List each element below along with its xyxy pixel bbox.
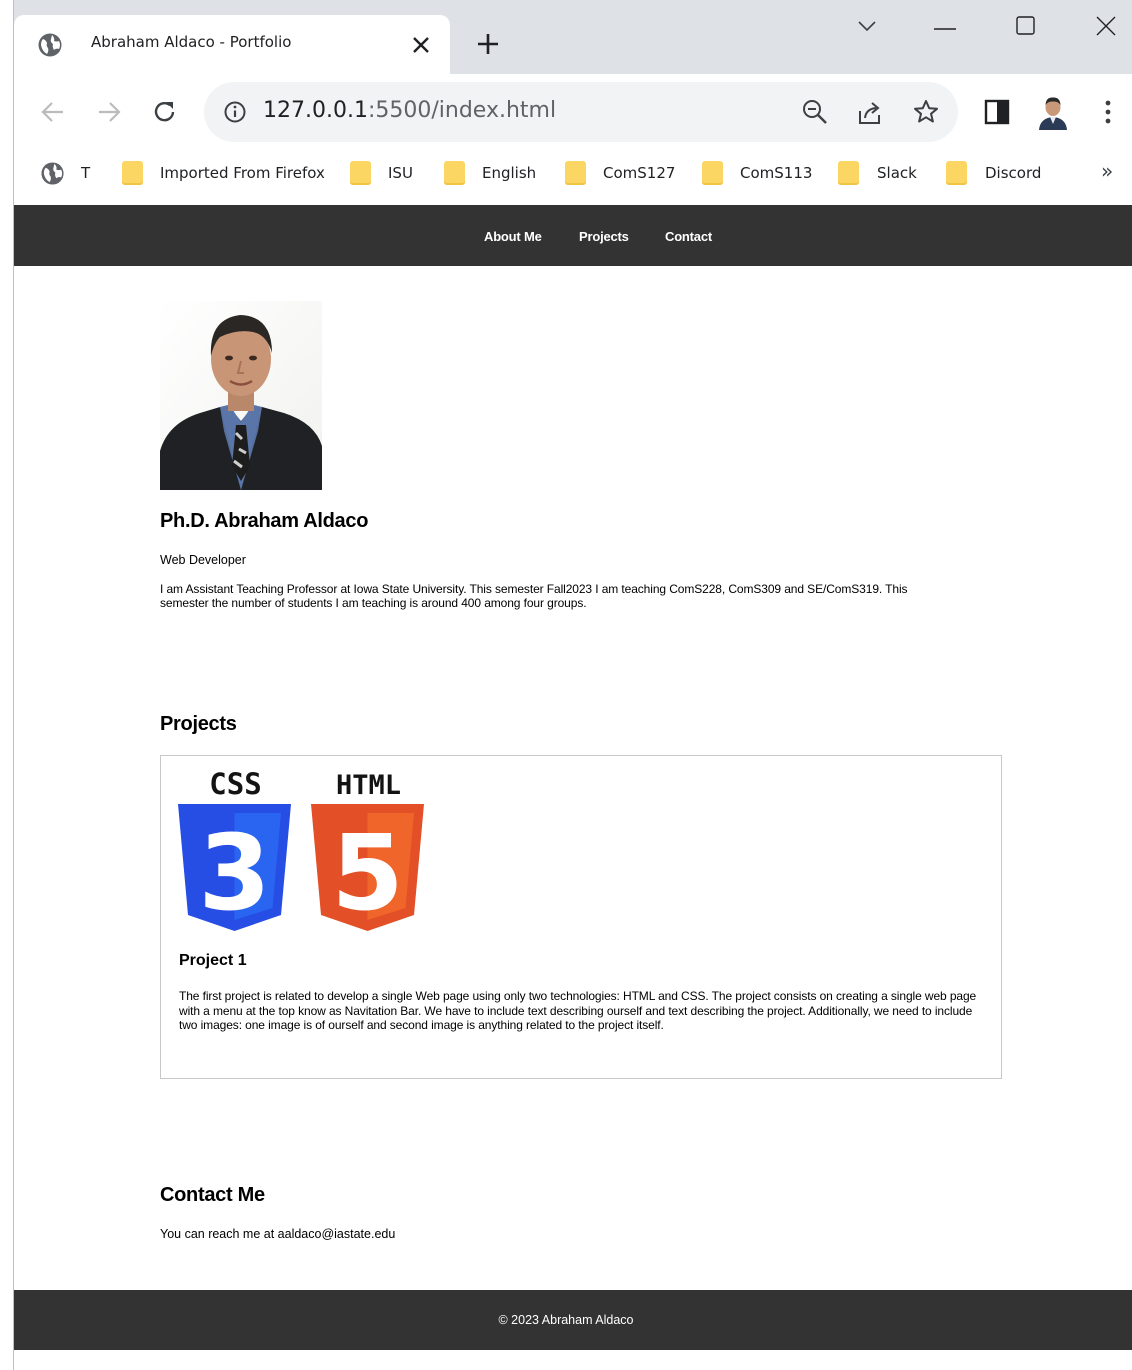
contact-heading: Contact Me [160,1184,265,1206]
bookmark-label: T [81,164,91,182]
bookmark-folder-isu[interactable]: ISU [350,161,413,185]
url-text[interactable]: 127.0.0.1:5500/index.html [263,98,556,123]
folder-icon [702,161,723,185]
bookmark-label: Imported From Firefox [160,164,325,182]
css3-logo: CSS 3 [178,770,291,933]
html-logo-text: HTML [336,770,401,801]
bookmark-label: Slack [877,164,917,182]
tab-title: Abraham Aldaco - Portfolio [91,33,292,51]
bookmark-folder-coms127[interactable]: ComS127 [565,161,675,185]
css-logo-text: CSS [209,770,261,801]
reload-icon[interactable] [152,99,178,125]
zoom-icon[interactable] [801,98,829,126]
site-navbar [14,205,1132,266]
bookmark-folder-english[interactable]: English [444,161,536,185]
url-path: :5500/index.html [367,98,557,123]
footer-copyright: © 2023 Abraham Aldaco [498,1313,634,1327]
project-1-title: Project 1 [179,952,247,969]
nav-projects[interactable]: Projects [579,229,629,244]
bookmark-label: ComS127 [603,164,676,182]
bookmark-label: English [482,164,537,182]
side-panel-icon[interactable] [984,99,1010,125]
bookmark-label: Discord [985,164,1042,182]
new-tab-icon[interactable] [476,32,500,56]
folder-icon [946,161,967,185]
folder-icon [444,161,465,185]
bookmark-folder-imported[interactable]: Imported From Firefox [122,161,325,185]
profile-role: Web Developer [160,553,246,567]
more-bookmarks-chevron-icon[interactable]: » [1101,159,1113,183]
bookmark-folder-coms113[interactable]: ComS113 [702,161,812,185]
menu-kebab-icon[interactable] [1100,98,1116,126]
bookmark-t[interactable]: T [40,161,90,185]
html-logo-number: 5 [331,812,403,933]
minimize-icon[interactable] [932,18,958,40]
profile-bio: I am Assistant Teaching Professor at Iow… [160,582,908,610]
contact-text: You can reach me at aaldaco@iastate.edu [160,1227,396,1241]
folder-icon [350,161,371,185]
html5-logo: HTML 5 [311,770,424,933]
bookmark-folder-discord[interactable]: Discord [946,161,1041,185]
profile-photo [160,301,322,490]
maximize-icon[interactable] [1015,15,1037,37]
projects-heading: Projects [160,713,237,735]
nav-contact[interactable]: Contact [665,229,712,244]
close-tab-icon[interactable] [411,35,431,55]
bookmark-label: ISU [388,164,413,182]
folder-icon [122,161,143,185]
bookmark-star-icon[interactable] [912,98,940,126]
globe-icon [41,161,64,185]
folder-icon [565,161,586,185]
css-logo-number: 3 [198,812,270,933]
bookmark-label: ComS113 [740,164,813,182]
folder-icon [838,161,859,185]
profile-avatar-icon[interactable] [1036,94,1070,130]
forward-icon[interactable] [96,99,122,125]
url-host: 127.0.0.1 [263,98,368,123]
bookmark-folder-slack[interactable]: Slack [838,161,917,185]
globe-icon [38,33,62,57]
site-info-icon[interactable] [223,100,247,124]
nav-about-me[interactable]: About Me [484,229,542,244]
profile-name-heading: Ph.D. Abraham Aldaco [160,510,369,532]
close-window-icon[interactable] [1095,15,1117,37]
tab-search-icon[interactable] [856,15,878,37]
project-1-description: The first project is related to develop … [179,989,977,1032]
share-icon[interactable] [856,99,884,127]
back-icon[interactable] [40,99,66,125]
